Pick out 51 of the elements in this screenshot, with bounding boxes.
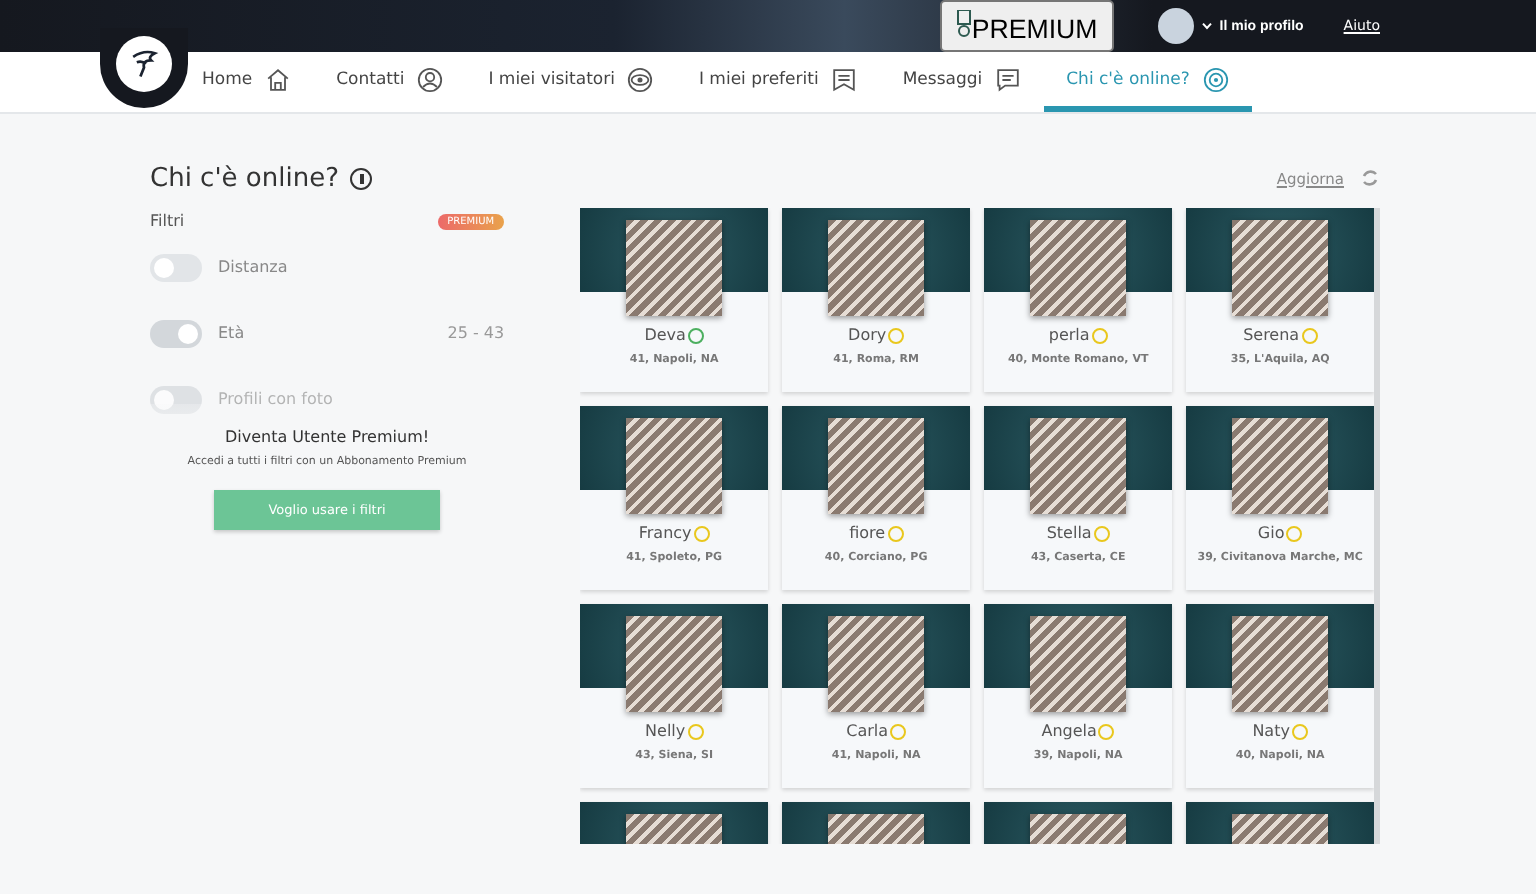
profile-name[interactable]: Deva [644, 326, 686, 344]
nav-tab[interactable]: I miei visitatori [466, 52, 677, 112]
avatar [1157, 8, 1194, 44]
photo-placeholder [828, 418, 925, 514]
photo-placeholder [1232, 616, 1329, 712]
photo-placeholder [1030, 418, 1127, 514]
home-icon [264, 65, 293, 93]
profile-name[interactable]: Francy [638, 524, 692, 542]
photo-placeholder [626, 616, 723, 712]
message-icon [994, 65, 1023, 93]
profile-name[interactable]: Gio [1257, 524, 1285, 542]
profile-name[interactable]: Carla [846, 722, 889, 740]
toggle-switch[interactable] [150, 253, 202, 281]
eye-icon [626, 65, 655, 93]
info-icon[interactable] [350, 167, 373, 189]
profile-name[interactable]: Serena [1243, 326, 1300, 344]
nav-tab[interactable]: Home [180, 52, 315, 112]
profile-name[interactable]: Angela [1041, 722, 1097, 740]
premium-button[interactable]: PREMIUM [939, 0, 1114, 52]
caret-icon [1201, 22, 1212, 30]
photo-placeholder [626, 418, 723, 514]
nav-tab[interactable]: Messaggi [880, 52, 1045, 112]
person-icon [416, 65, 445, 93]
page-title: Chi c'è online? [150, 163, 339, 193]
profile-name[interactable]: perla [1048, 326, 1090, 344]
profile-name[interactable]: Naty [1252, 722, 1290, 740]
photo-placeholder [1030, 220, 1127, 316]
photo-placeholder [626, 220, 723, 316]
photo-placeholder [1232, 418, 1329, 514]
filter-label: Età [218, 324, 245, 342]
photo-placeholder [1030, 616, 1127, 712]
photo-placeholder [828, 616, 925, 712]
medal-icon [955, 9, 972, 37]
profile-name[interactable]: Stella [1046, 524, 1092, 542]
nav-tab[interactable]: I miei preferiti [676, 52, 881, 112]
filters-heading: Filtri [150, 212, 185, 230]
profile-name[interactable]: fiore [849, 524, 886, 542]
promo-title: Diventa Utente Premium! [224, 428, 430, 446]
nav-tab[interactable]: Chi c'è online? [1044, 52, 1252, 112]
nav-tab[interactable]: Contatti [314, 52, 467, 112]
photo-placeholder [1232, 220, 1329, 316]
filter-value: 25 - 43 [447, 324, 505, 342]
profile-name[interactable]: Nelly [645, 722, 686, 740]
filter-label: Distanza [218, 258, 288, 276]
toggle-switch[interactable] [150, 319, 202, 347]
filter-label: Profili con foto [218, 390, 333, 408]
profile-name[interactable]: Dory [848, 326, 887, 344]
bookmark-icon [830, 65, 859, 93]
photo-placeholder [828, 220, 925, 316]
refresh-icon[interactable] [1360, 168, 1380, 188]
logo[interactable] [100, 28, 188, 108]
